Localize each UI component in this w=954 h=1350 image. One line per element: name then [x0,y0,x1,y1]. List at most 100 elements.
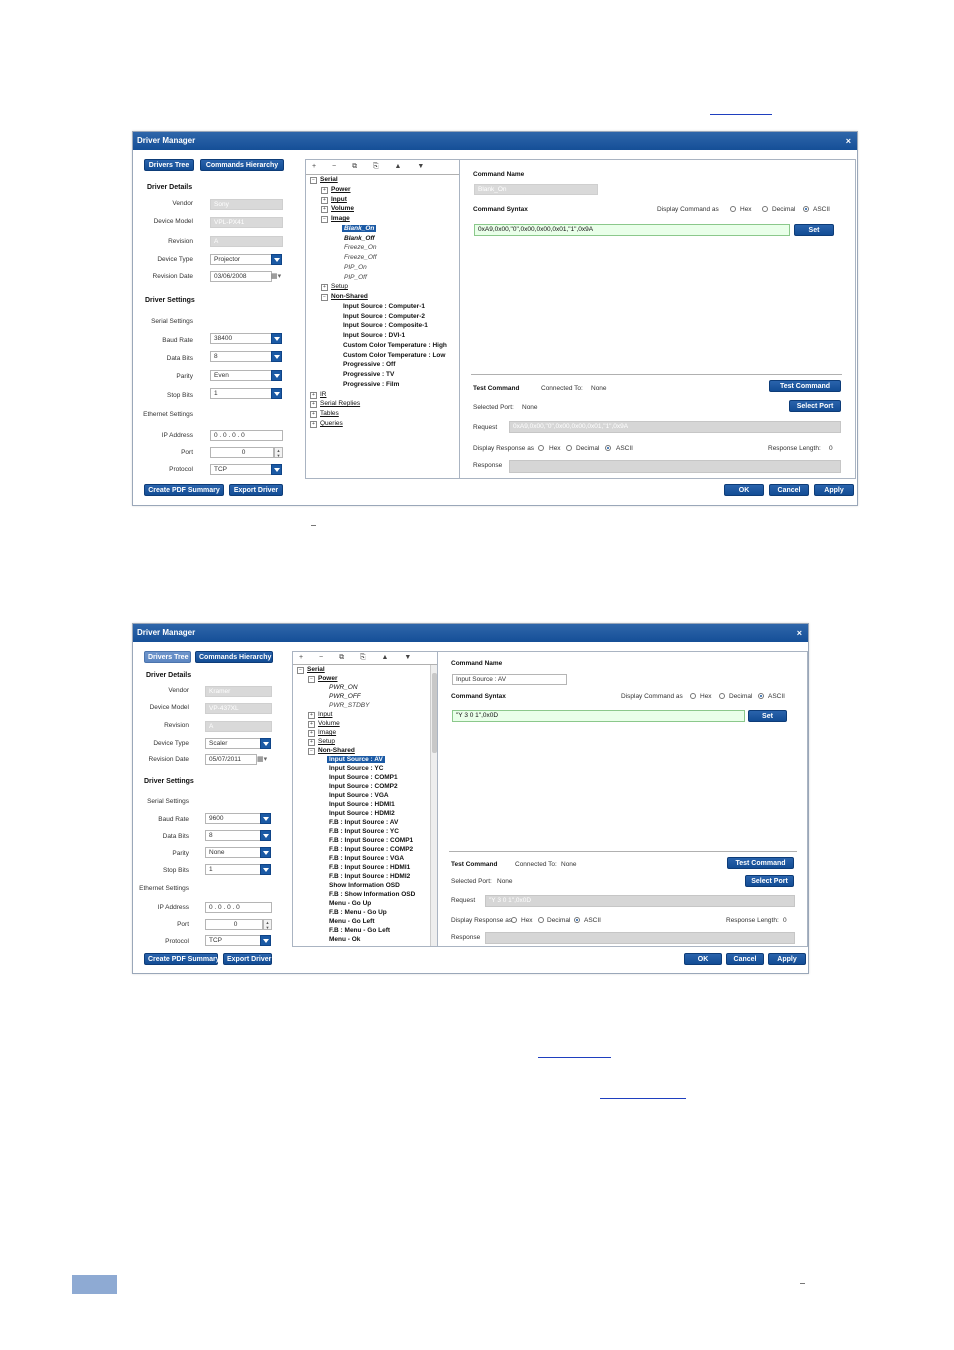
tree-power[interactable]: Power [318,675,338,682]
export-driver-button[interactable]: Export Driver [223,953,272,965]
tree-power-standby[interactable]: PWR_STDBY [329,702,369,709]
response-hex-radio[interactable] [511,917,517,923]
tree-volume[interactable]: Volume [318,720,340,727]
commands-tree-panel[interactable]: + − ⧉ ⎘ ▲ ▼ − Serial − Power PWR_ON PWR_… [292,651,438,947]
expand-icon[interactable]: + [310,401,317,408]
data-bits-select[interactable]: 8 [205,830,261,841]
expand-icon[interactable]: + [308,730,315,737]
port-stepper[interactable]: ▲ ▼ [263,919,272,930]
revision-field[interactable]: A [205,721,272,732]
parity-select[interactable]: None [205,847,261,858]
revision-date-field[interactable]: 05/07/2011 [205,754,257,765]
set-button[interactable]: Set [794,224,834,236]
tree-power-off[interactable]: PWR_OFF [329,693,361,700]
tree-serial-replies[interactable]: Serial Replies [320,400,360,407]
stop-bits-select[interactable]: 1 [210,388,272,399]
tree-toolbar[interactable]: + − ⧉ ⎘ ▲ ▼ [299,654,418,662]
expand-icon[interactable]: + [308,712,315,719]
baud-rate-select[interactable]: 9600 [205,813,261,824]
tree-command[interactable]: Menu - Ok [329,936,360,943]
tree-command[interactable]: Input Source : VGA [329,792,389,799]
vendor-field[interactable]: Sony [210,199,283,210]
tree-tables[interactable]: Tables [320,410,339,417]
expand-icon[interactable]: + [321,206,328,213]
tree-image-pip-on[interactable]: PIP_On [344,264,367,271]
create-pdf-summary-button[interactable]: Create PDF Summary [144,484,224,496]
port-stepper[interactable]: ▲ ▼ [274,447,283,458]
commands-hierarchy-tab[interactable]: Commands Hierarchy [200,159,284,171]
expand-icon[interactable]: + [310,392,317,399]
tree-toolbar[interactable]: + − ⧉ ⎘ ▲ ▼ [312,163,431,171]
select-port-button[interactable]: Select Port [745,875,794,887]
response-ascii-radio[interactable] [574,917,580,923]
tree-command-selected[interactable]: Input Source : AV [327,756,385,763]
tree-image[interactable]: Image [318,729,336,736]
expand-icon[interactable]: + [321,197,328,204]
drivers-tree-tab[interactable]: Drivers Tree [144,159,194,171]
cancel-button[interactable]: Cancel [726,953,764,965]
tree-ir[interactable]: IR [320,391,327,398]
tree-non-shared[interactable]: Non-Shared [331,293,368,300]
collapse-icon[interactable]: − [308,748,315,755]
tree-command[interactable]: Input Source : YC [329,765,383,772]
port-field[interactable]: 0 [205,919,263,930]
tree-command[interactable]: Input Source : DVI-1 [343,332,405,339]
tree-input[interactable]: Input [331,196,347,203]
data-bits-select[interactable]: 8 [210,351,272,362]
command-name-field[interactable]: Input Source : AV [452,674,567,685]
tree-image-blank-on[interactable]: Blank_On [342,225,377,232]
vendor-field[interactable]: Kramer [205,686,272,697]
decimal-radio[interactable] [762,206,768,212]
chevron-down-icon[interactable] [271,388,282,399]
tree-power[interactable]: Power [331,186,351,193]
ok-button[interactable]: OK [724,484,764,496]
commands-tree-panel[interactable]: + − ⧉ ⎘ ▲ ▼ − Serial + Power + Input + V… [305,159,460,479]
hyperlink-underline[interactable] [710,114,772,115]
tree-command[interactable]: F.B : Input Source : VGA [329,855,404,862]
device-model-field[interactable]: VPL-PX41 [210,217,283,228]
tree-image-freeze-on[interactable]: Freeze_On [344,244,377,251]
chevron-down-icon[interactable] [271,254,282,265]
hex-radio[interactable] [730,206,736,212]
device-model-field[interactable]: VP-437XL [205,703,272,714]
tree-scrollbar[interactable] [430,665,437,946]
tree-command[interactable]: F.B : Show Information OSD [329,891,415,898]
tree-command[interactable]: F.B : Input Source : YC [329,828,399,835]
chevron-down-icon[interactable] [260,847,271,858]
revision-date-field[interactable]: 03/06/2008 [210,271,272,282]
collapse-icon[interactable]: − [297,667,304,674]
tree-command[interactable]: Progressive : Off [343,361,395,368]
tree-command[interactable]: Custom Color Temperature : High [343,342,447,349]
tree-command[interactable]: Progressive : Film [343,381,399,388]
cancel-button[interactable]: Cancel [769,484,809,496]
expand-icon[interactable]: + [321,284,328,291]
ascii-radio[interactable] [803,206,809,212]
tree-setup[interactable]: Setup [331,283,348,290]
tree-command[interactable]: Input Source : COMP2 [329,783,398,790]
tree-serial[interactable]: Serial [307,666,325,673]
tree-command[interactable]: Show Information OSD [329,882,400,889]
stop-bits-select[interactable]: 1 [205,864,261,875]
tree-power-on[interactable]: PWR_ON [329,684,358,691]
expand-icon[interactable]: + [321,187,328,194]
tree-command[interactable]: F.B : Menu - Go Up [329,909,387,916]
command-syntax-input[interactable]: "Y 3 0 1",0x0D [452,710,745,722]
expand-icon[interactable]: + [310,421,317,428]
tree-command[interactable]: Input Source : Computer-1 [343,303,425,310]
tree-image[interactable]: Image [331,215,350,222]
hyperlink-underline[interactable] [600,1098,686,1099]
tree-command[interactable]: Input Source : Computer-2 [343,313,425,320]
tree-image-pip-off[interactable]: PIP_Off [344,274,367,281]
tree-command[interactable]: Input Source : HDMI2 [329,810,395,817]
close-icon[interactable]: × [846,132,851,150]
tree-input[interactable]: Input [318,711,332,718]
export-driver-button[interactable]: Export Driver [229,484,283,496]
commands-hierarchy-tab[interactable]: Commands Hierarchy [195,651,273,663]
response-hex-radio[interactable] [538,445,544,451]
command-name-field[interactable]: Blank_On [474,184,598,195]
scrollbar-thumb[interactable] [432,673,437,753]
tree-command[interactable]: Custom Color Temperature : Low [343,352,445,359]
chevron-down-icon[interactable] [271,351,282,362]
ascii-radio[interactable] [758,693,764,699]
set-button[interactable]: Set [748,710,787,722]
